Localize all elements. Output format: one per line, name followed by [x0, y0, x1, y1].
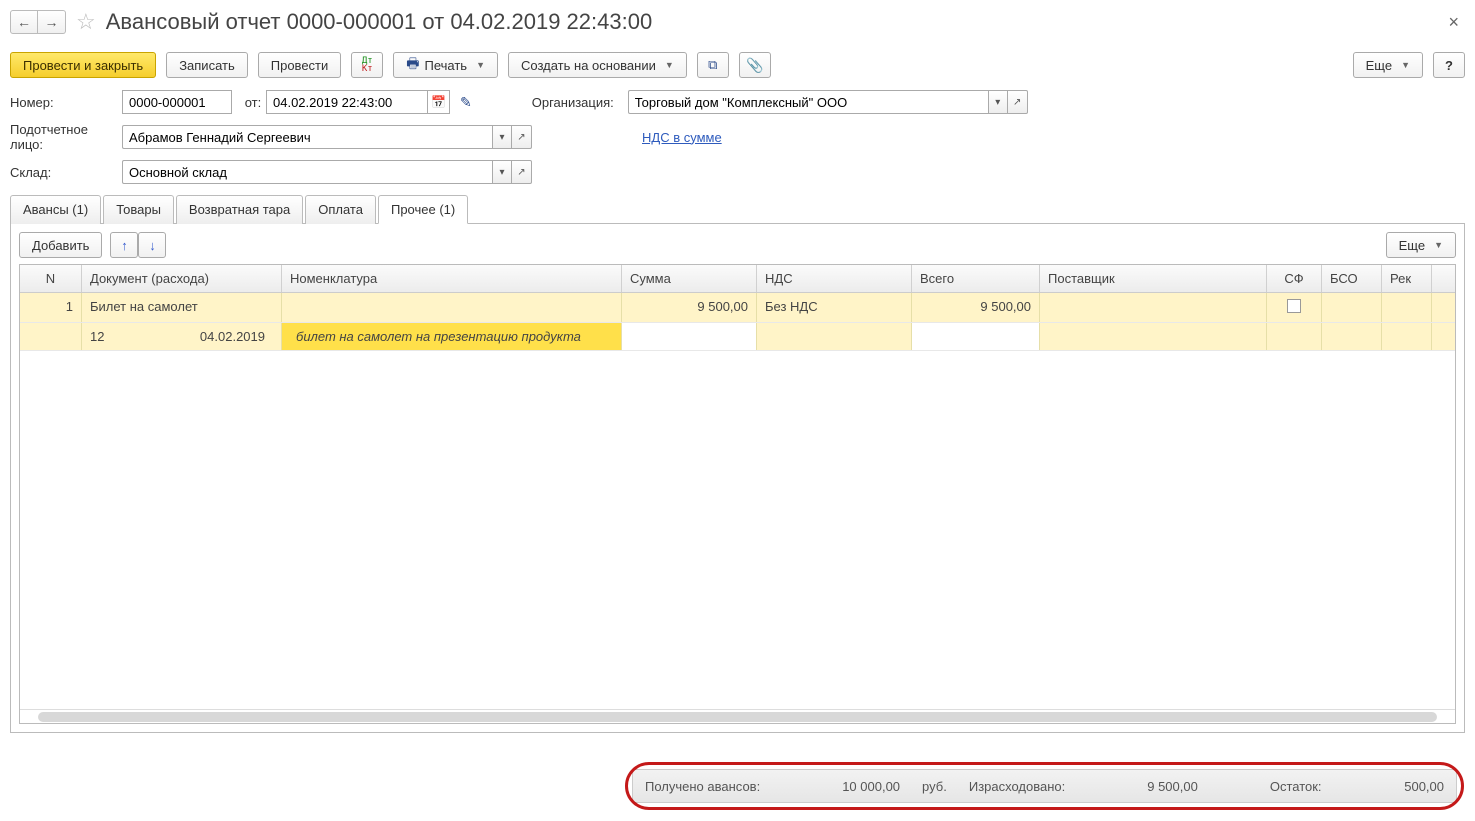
chevron-down-icon: ▼	[476, 60, 485, 70]
tree-icon: ⧉	[708, 57, 717, 73]
document-state-icon[interactable]: ✎	[460, 94, 472, 111]
structure-button[interactable]: ⧉	[697, 52, 729, 78]
cell-n-sub	[20, 323, 82, 350]
table-subrow[interactable]: 12 04.02.2019 билет на самолет на презен…	[20, 323, 1455, 351]
create-based-on-button[interactable]: Создать на основании▼	[508, 52, 687, 78]
col-nomenclature[interactable]: Номенклатура	[282, 265, 622, 292]
cell-nds: Без НДС	[757, 293, 912, 322]
horizontal-scrollbar[interactable]	[20, 709, 1455, 723]
cell-supplier-sub	[1040, 323, 1267, 350]
from-label: от:	[240, 95, 266, 110]
close-button[interactable]: ×	[1442, 12, 1465, 33]
col-n[interactable]: N	[20, 265, 82, 292]
table-row[interactable]: 1 Билет на самолет 9 500,00 Без НДС 9 50…	[20, 293, 1455, 323]
cell-doc-sub: 12 04.02.2019	[82, 323, 282, 350]
expense-table: N Документ (расхода) Номенклатура Сумма …	[19, 264, 1456, 724]
organization-input[interactable]	[628, 90, 988, 114]
tab-returnable[interactable]: Возвратная тара	[176, 195, 303, 224]
table-header: N Документ (расхода) Номенклатура Сумма …	[20, 265, 1455, 293]
cell-nds-sub	[757, 323, 912, 350]
post-and-close-button[interactable]: Провести и закрыть	[10, 52, 156, 78]
cell-total-sub	[912, 323, 1040, 350]
col-sum[interactable]: Сумма	[622, 265, 757, 292]
show-transactions-button[interactable]: ДтКт	[351, 52, 383, 78]
save-button[interactable]: Записать	[166, 52, 248, 78]
spent-value: 9 500,00	[1147, 779, 1198, 794]
doc-date: 04.02.2019	[186, 329, 273, 344]
col-bso[interactable]: БСО	[1322, 265, 1382, 292]
person-label: Подотчетное лицо:	[10, 122, 122, 152]
cell-sum-sub	[622, 323, 757, 350]
cell-total: 9 500,00	[912, 293, 1040, 322]
tab-advances[interactable]: Авансы (1)	[10, 195, 101, 224]
warehouse-open-button[interactable]: ↗	[512, 160, 532, 184]
post-button[interactable]: Провести	[258, 52, 342, 78]
currency-label: руб.	[922, 779, 947, 794]
cell-nom-detail: билет на самолет на презентацию продукта	[282, 323, 622, 350]
nav-forward-button[interactable]: →	[38, 10, 66, 34]
org-open-button[interactable]: ↗	[1008, 90, 1028, 114]
cell-rek-sub	[1382, 323, 1432, 350]
org-label: Организация:	[532, 95, 628, 110]
person-dropdown-button[interactable]: ▾	[492, 125, 512, 149]
dtkt-icon: ДтКт	[362, 57, 373, 73]
cell-rek	[1382, 293, 1432, 322]
cell-nom	[282, 293, 622, 322]
cell-supplier	[1040, 293, 1267, 322]
cell-n: 1	[20, 293, 82, 322]
calendar-button[interactable]: 📅	[428, 90, 450, 114]
sf-checkbox[interactable]	[1287, 299, 1301, 313]
chevron-down-icon: ▼	[1401, 60, 1410, 70]
summary-bar: Получено авансов: 10 000,00 руб. Израсхо…	[632, 769, 1457, 803]
nav-back-button[interactable]: ←	[10, 10, 38, 34]
more-actions-button[interactable]: Еще▼	[1353, 52, 1423, 78]
received-label: Получено авансов:	[645, 779, 760, 794]
org-dropdown-button[interactable]: ▾	[988, 90, 1008, 114]
attachments-button[interactable]: 📎	[739, 52, 771, 78]
received-value: 10 000,00	[842, 779, 900, 794]
balance-label: Остаток:	[1270, 779, 1322, 794]
print-button[interactable]: 🖶Печать▼	[393, 52, 498, 78]
spent-label: Израсходовано:	[969, 779, 1065, 794]
cell-bso-sub	[1322, 323, 1382, 350]
move-down-button[interactable]: ↓	[138, 232, 166, 258]
add-row-button[interactable]: Добавить	[19, 232, 102, 258]
col-sf[interactable]: СФ	[1267, 265, 1322, 292]
balance-value: 500,00	[1404, 779, 1444, 794]
help-button[interactable]: ?	[1433, 52, 1465, 78]
date-input[interactable]	[266, 90, 428, 114]
person-open-button[interactable]: ↗	[512, 125, 532, 149]
printer-icon: 🖶	[406, 53, 419, 77]
vat-mode-link[interactable]: НДС в сумме	[642, 130, 722, 145]
cell-sf	[1267, 293, 1322, 322]
col-vat[interactable]: НДС	[757, 265, 912, 292]
col-rek[interactable]: Рек	[1382, 265, 1432, 292]
calendar-icon: 📅	[431, 95, 446, 109]
doc-number: 12	[90, 329, 186, 344]
chevron-down-icon: ▼	[665, 60, 674, 70]
col-document[interactable]: Документ (расхода)	[82, 265, 282, 292]
col-supplier[interactable]: Поставщик	[1040, 265, 1267, 292]
cell-sf-sub	[1267, 323, 1322, 350]
number-label: Номер:	[10, 95, 122, 110]
warehouse-dropdown-button[interactable]: ▾	[492, 160, 512, 184]
cell-bso	[1322, 293, 1382, 322]
tab-payment[interactable]: Оплата	[305, 195, 376, 224]
tab-goods[interactable]: Товары	[103, 195, 174, 224]
cell-sum: 9 500,00	[622, 293, 757, 322]
warehouse-label: Склад:	[10, 165, 122, 180]
tab-other[interactable]: Прочее (1)	[378, 195, 468, 224]
table-more-button[interactable]: Еще▼	[1386, 232, 1456, 258]
number-input[interactable]	[122, 90, 232, 114]
col-total[interactable]: Всего	[912, 265, 1040, 292]
paperclip-icon: 📎	[746, 57, 763, 74]
move-up-button[interactable]: ↑	[110, 232, 138, 258]
favorite-star-icon[interactable]: ☆	[76, 9, 96, 35]
warehouse-input[interactable]	[122, 160, 492, 184]
page-title: Авансовый отчет 0000-000001 от 04.02.201…	[106, 9, 1443, 35]
person-input[interactable]	[122, 125, 492, 149]
cell-doc: Билет на самолет	[82, 293, 282, 322]
